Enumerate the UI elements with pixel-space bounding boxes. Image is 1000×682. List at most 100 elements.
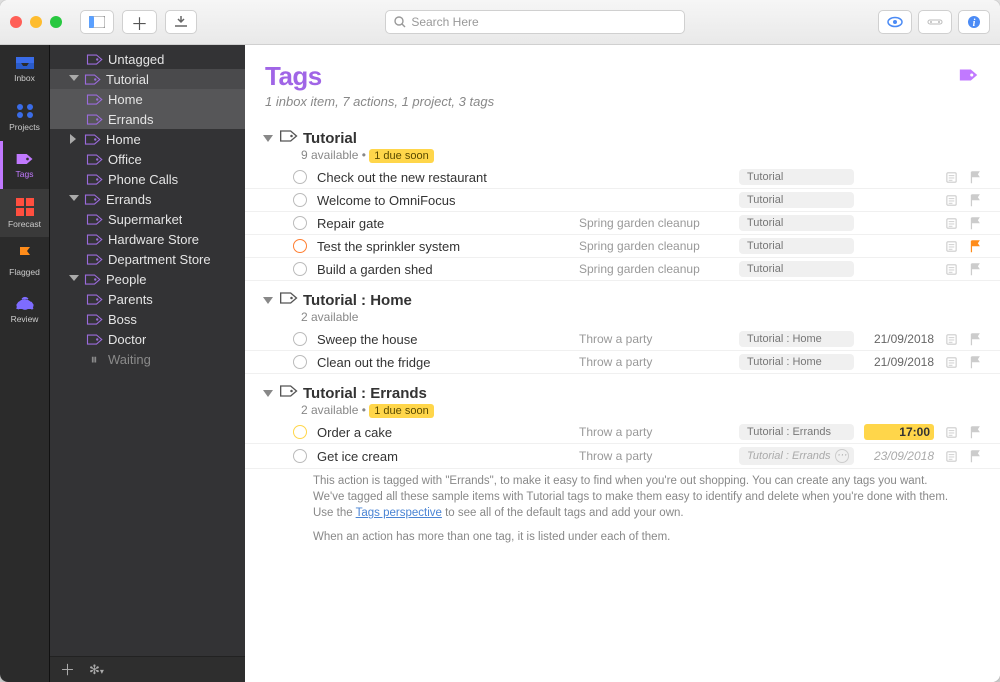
status-circle[interactable] — [293, 262, 307, 276]
task-row[interactable]: Get ice creamThrow a partyTutorial : Err… — [245, 444, 1000, 469]
toggle-sidebar-button[interactable] — [80, 10, 114, 34]
group-header[interactable]: Tutorial — [245, 125, 1000, 148]
status-circle[interactable] — [293, 239, 307, 253]
note-icon[interactable] — [944, 263, 958, 276]
flag-icon[interactable] — [968, 263, 982, 276]
tag-icon — [958, 61, 980, 88]
chevron-down-icon[interactable] — [263, 390, 273, 397]
chevron-right-icon[interactable] — [70, 134, 78, 144]
sidebar-item-parents[interactable]: Parents — [50, 289, 245, 309]
task-tag[interactable]: Tutorial : Errands — [739, 424, 854, 440]
task-row[interactable]: Build a garden shedSpring garden cleanup… — [245, 258, 1000, 281]
rail-review[interactable]: Review — [0, 285, 49, 333]
task-tag[interactable]: Tutorial — [739, 215, 854, 231]
sidebar-item-errands-2[interactable]: Errands — [50, 189, 245, 209]
rail-projects[interactable]: Projects — [0, 93, 49, 141]
inspector-button[interactable]: i — [958, 10, 990, 34]
rail-tags[interactable]: Tags — [0, 141, 49, 189]
page-subtitle: 1 inbox item, 7 actions, 1 project, 3 ta… — [265, 94, 958, 109]
chevron-down-icon[interactable] — [69, 195, 79, 203]
task-row[interactable]: Test the sprinkler systemSpring garden c… — [245, 235, 1000, 258]
note-icon[interactable] — [944, 356, 958, 369]
task-date: 21/09/2018 — [864, 332, 934, 346]
note-icon[interactable] — [944, 194, 958, 207]
rail-forecast[interactable]: Forecast — [0, 189, 49, 237]
task-tag[interactable]: Tutorial : Errands⋯ — [739, 447, 854, 465]
view-button[interactable] — [878, 10, 912, 34]
chevron-down-icon[interactable] — [263, 135, 273, 142]
flag-icon[interactable] — [968, 356, 982, 369]
task-row[interactable]: Check out the new restaurantTutorial — [245, 166, 1000, 189]
status-circle[interactable] — [293, 193, 307, 207]
sidebar-item-hardware-store[interactable]: Hardware Store — [50, 229, 245, 249]
task-tag[interactable]: Tutorial — [739, 261, 854, 277]
sidebar-item-home-2[interactable]: Home — [50, 129, 245, 149]
note-icon[interactable] — [944, 426, 958, 439]
sidebar-item-home[interactable]: Home — [50, 89, 245, 109]
status-circle[interactable] — [293, 449, 307, 463]
task-tag[interactable]: Tutorial — [739, 238, 854, 254]
status-circle[interactable] — [293, 332, 307, 346]
sidebar-item-untagged[interactable]: Untagged — [50, 49, 245, 69]
chevron-down-icon[interactable] — [69, 75, 79, 83]
sidebar-item-boss[interactable]: Boss — [50, 309, 245, 329]
sidebar-item-supermarket[interactable]: Supermarket — [50, 209, 245, 229]
task-tag[interactable]: Tutorial : Home — [739, 331, 854, 347]
sidebar-item-people[interactable]: People — [50, 269, 245, 289]
flag-icon[interactable] — [968, 194, 982, 207]
sidebar-item-office[interactable]: Office — [50, 149, 245, 169]
minimize-icon[interactable] — [30, 16, 42, 28]
add-button[interactable]: ＋ — [122, 10, 157, 34]
flag-icon[interactable] — [968, 426, 982, 439]
sidebar-item-waiting[interactable]: ⏸ Waiting — [50, 349, 245, 369]
group-subtitle: 2 available • 1 due soon — [245, 403, 1000, 421]
focus-button[interactable] — [918, 10, 952, 34]
status-circle[interactable] — [293, 425, 307, 439]
note-icon[interactable] — [944, 240, 958, 253]
add-tag-button[interactable]: ＋ — [60, 659, 75, 680]
rail-flagged[interactable]: Flagged — [0, 237, 49, 285]
sidebar-item-department-store[interactable]: Department Store — [50, 249, 245, 269]
rail-inbox[interactable]: Inbox — [0, 45, 49, 93]
task-row[interactable]: Welcome to OmniFocusTutorial — [245, 189, 1000, 212]
note-icon[interactable] — [944, 217, 958, 230]
sidebar-item-tutorial[interactable]: Tutorial — [50, 69, 245, 89]
task-row[interactable]: Sweep the houseThrow a partyTutorial : H… — [245, 328, 1000, 351]
note-icon[interactable] — [944, 171, 958, 184]
tag-icon — [84, 273, 100, 285]
svg-text:i: i — [973, 18, 976, 29]
group-header[interactable]: Tutorial : Home — [245, 287, 1000, 310]
sidebar-item-phone-calls[interactable]: Phone Calls — [50, 169, 245, 189]
chevron-down-icon[interactable] — [263, 297, 273, 304]
task-row[interactable]: Clean out the fridgeThrow a partyTutoria… — [245, 351, 1000, 374]
note-icon[interactable] — [944, 333, 958, 346]
flag-icon[interactable] — [968, 450, 982, 463]
tag-icon — [279, 129, 297, 148]
flag-icon[interactable] — [968, 171, 982, 184]
task-tag[interactable]: Tutorial : Home — [739, 354, 854, 370]
status-circle[interactable] — [293, 355, 307, 369]
group-header[interactable]: Tutorial : Errands — [245, 380, 1000, 403]
task-tag[interactable]: Tutorial — [739, 169, 854, 185]
chevron-down-icon[interactable] — [69, 275, 79, 283]
flag-icon[interactable] — [968, 217, 982, 230]
sidebar-item-errands[interactable]: Errands — [50, 109, 245, 129]
close-icon[interactable] — [10, 16, 22, 28]
tag-icon — [86, 233, 102, 245]
download-button[interactable] — [165, 10, 197, 34]
tag-icon — [86, 293, 102, 305]
task-row[interactable]: Repair gateSpring garden cleanupTutorial — [245, 212, 1000, 235]
settings-gear-button[interactable]: ✻▾ — [89, 662, 104, 678]
status-circle[interactable] — [293, 170, 307, 184]
status-circle[interactable] — [293, 216, 307, 230]
tags-perspective-link[interactable]: Tags perspective — [356, 507, 442, 519]
zoom-icon[interactable] — [50, 16, 62, 28]
flag-icon[interactable] — [968, 333, 982, 346]
flag-icon[interactable] — [968, 240, 982, 253]
task-tag[interactable]: Tutorial — [739, 192, 854, 208]
search-input[interactable]: Search Here — [385, 10, 685, 34]
task-row[interactable]: Order a cakeThrow a partyTutorial : Erra… — [245, 421, 1000, 444]
more-tags-icon[interactable]: ⋯ — [835, 449, 849, 463]
note-icon[interactable] — [944, 450, 958, 463]
sidebar-item-doctor[interactable]: Doctor — [50, 329, 245, 349]
